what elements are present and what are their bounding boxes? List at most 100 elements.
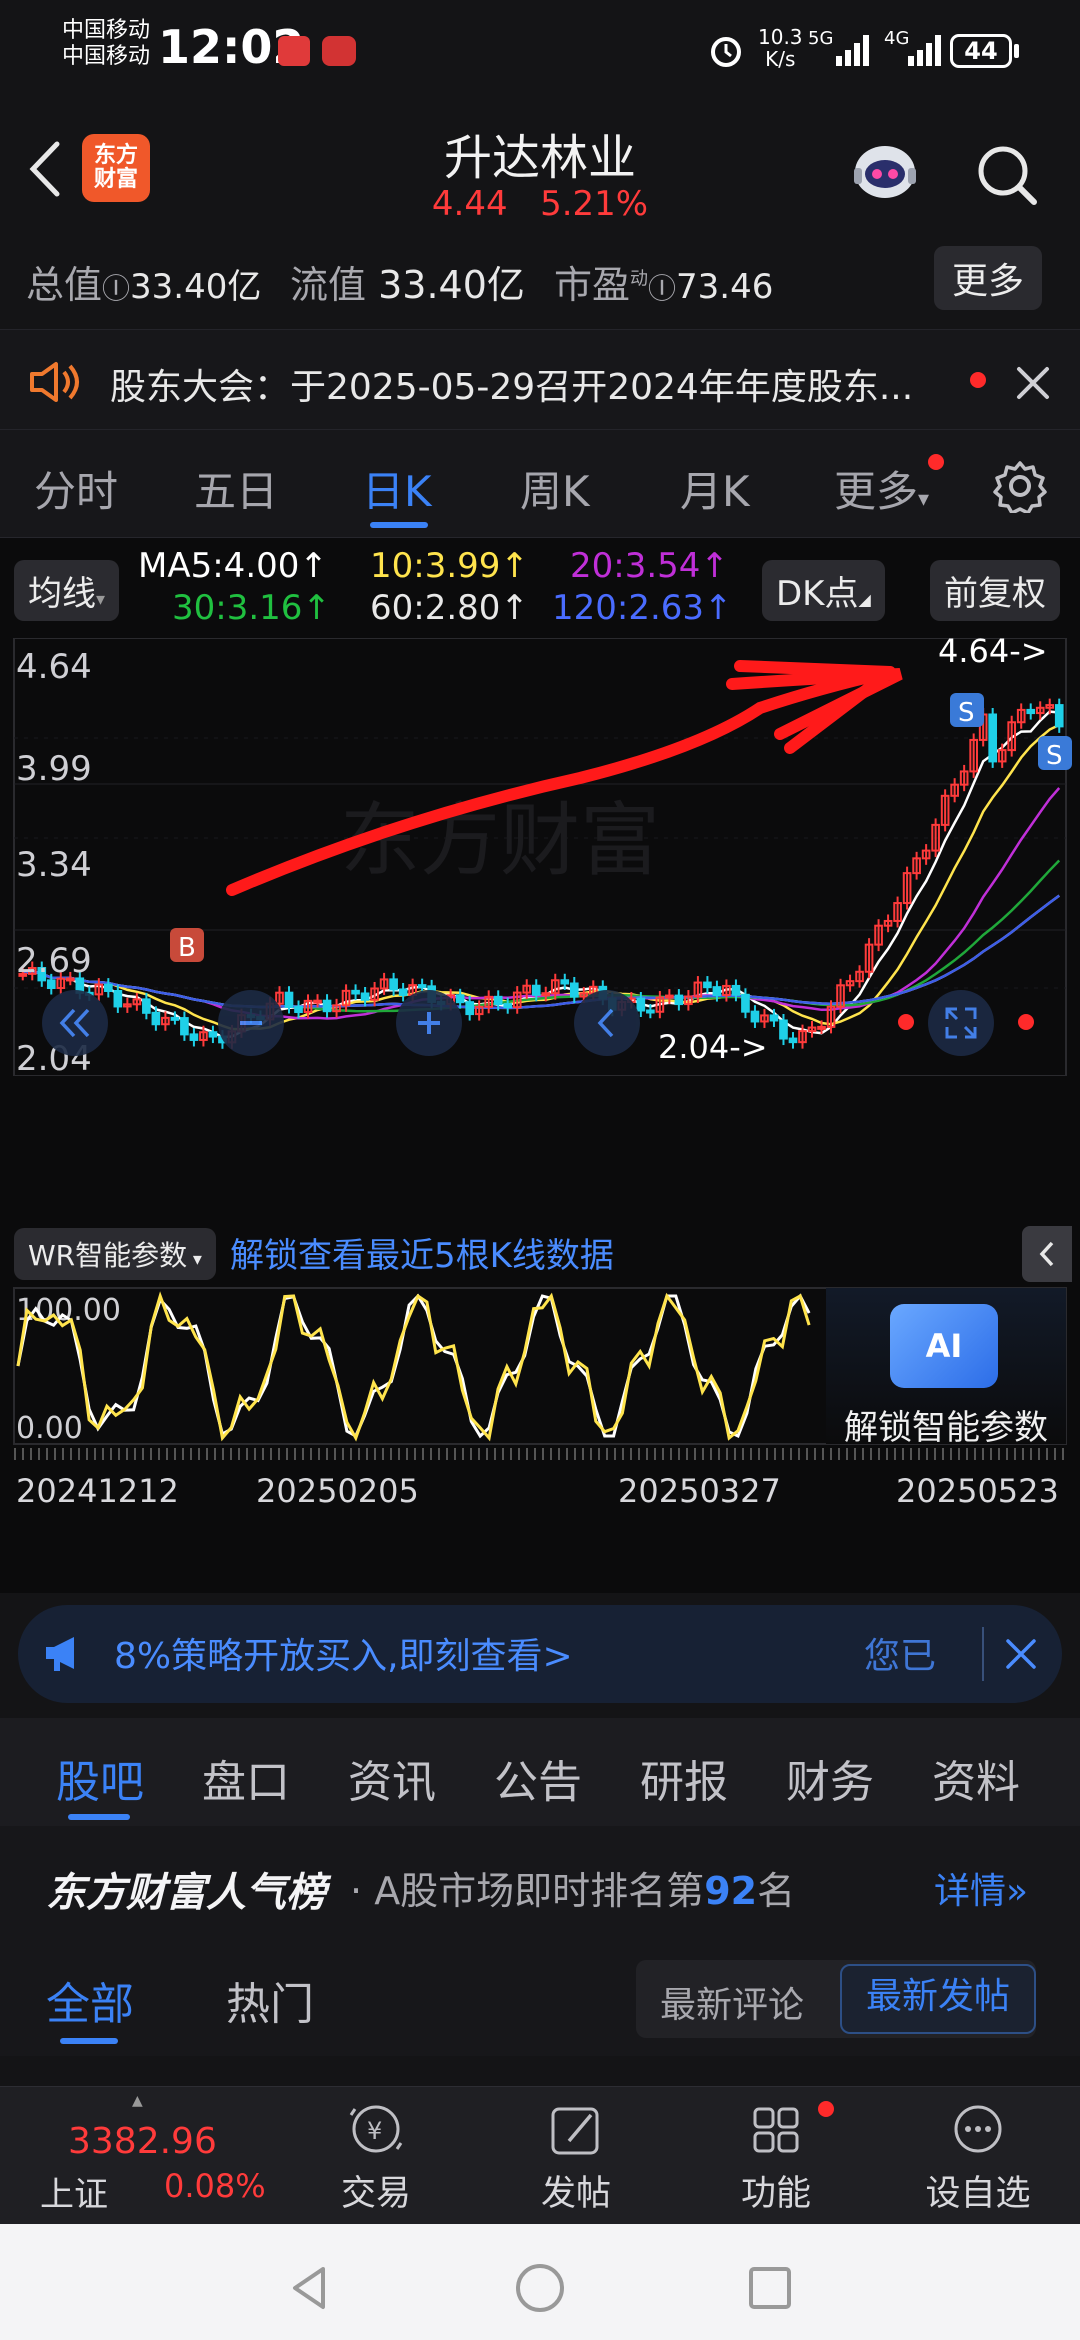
network-speed-unit: K/s [765,47,796,71]
stock-price: 4.44 [431,184,508,224]
stock-change: 5.21% [540,184,649,224]
scroll-left-fast-button[interactable] [42,990,108,1056]
nav-post[interactable]: 发帖 [476,2101,676,2216]
dk-point-button[interactable]: DK点◢ [762,560,885,621]
promo-tail-text: 您已 [864,1636,937,1677]
more-red-dot [928,454,944,470]
ma120-value: 120:2.63↑ [552,588,733,628]
indicator-selector[interactable]: WR智能参数 ▾ [14,1228,216,1280]
announcement-text: 股东大会：于2025-05-29召开2024年年度股东... [110,367,914,408]
sell-signal-marker-2[interactable]: S [1038,736,1072,771]
ma30-value: 30:3.16↑ [172,588,331,628]
active-tab-indicator [370,522,428,528]
pe-group: 市盈动Ⓘ73.46 [554,254,773,309]
unread-dot [970,372,986,388]
tab-all-posts[interactable]: 全部 [46,1968,134,2032]
tab-orderbook[interactable]: 盘口 [202,1746,290,1810]
stock-header: 东方 财富 升达林业 4.44 5.21% [0,100,1080,240]
tab-hot-posts[interactable]: 热门 [226,1968,314,2032]
adjust-mode-button[interactable]: 前复权 [930,560,1060,621]
zoom-in-button[interactable] [396,990,462,1056]
content-tabs: 股吧 盘口 资讯 公告 研报 财务 资料 [0,1718,1080,1826]
tab-news[interactable]: 资讯 [348,1746,436,1810]
wr-y-bottom: 0.00 [16,1411,83,1446]
scroll-left-button[interactable] [574,990,640,1056]
signal-bars-icon-2 [906,32,946,72]
info-icon[interactable]: Ⓘ [102,272,130,305]
nav-functions[interactable]: 功能 [676,2101,876,2216]
tab-intraday[interactable]: 分时 [34,458,118,519]
tab-forum[interactable]: 股吧 [56,1746,144,1810]
close-promo-icon[interactable] [998,1631,1044,1677]
system-back-icon[interactable] [280,2258,340,2318]
sell-signal-label-2: S [1046,741,1063,771]
candle-body [465,1001,475,1016]
nav-trade[interactable]: ¥ 交易 [276,2101,476,2216]
candle-body [142,998,151,1014]
tab-weekly-k[interactable]: 周K [520,458,590,519]
grid-apps-icon [753,2107,799,2153]
tab-five-day[interactable]: 五日 [194,458,278,519]
announcement-bar[interactable]: 股东大会：于2025-05-29召开2024年年度股东... [0,330,1080,430]
ai-unlock-panel[interactable]: AI 解锁智能参数 [826,1288,1066,1448]
info-icon-2[interactable]: Ⓘ [648,272,676,305]
candle-body [769,1014,779,1022]
kline-chart[interactable]: 东方财富 4.64 3.99 3.34 2.69 2.04 4.64-> 2.0… [0,638,1080,1076]
nav-functions-label: 功能 [740,2174,811,2214]
x-axis-label: 20241212 [16,1472,179,1510]
collapse-panel-button[interactable] [1022,1226,1072,1282]
sell-signal-marker[interactable]: S [950,693,984,728]
rank-description: · A股市场即时排名第92名 [350,1860,795,1915]
candle-body [322,999,332,1013]
strategy-promo-banner[interactable]: 8%策略开放买入,即刻查看> 您已 [18,1605,1062,1703]
sell-signal-label: S [958,698,975,728]
candle-body [294,1005,303,1014]
market-index-widget[interactable]: ▲ 3382.96 上证 0.08% [40,2087,270,2225]
total-value-label: 总值 [26,263,103,307]
search-icon[interactable] [972,140,1042,210]
edit-post-icon [551,2107,599,2155]
tab-announcements[interactable]: 公告 [494,1746,582,1810]
system-home-icon[interactable] [510,2258,570,2318]
buy-signal-label: B [178,933,196,963]
network-speed: 10.3 K/s [758,26,803,70]
candle-body [170,1016,180,1021]
tab-more-label: 更多 [834,467,919,516]
candle-body [151,1011,161,1026]
close-icon[interactable] [1010,360,1056,406]
popularity-rank[interactable]: 东方财富人气榜 · A股市场即时排名第92名 详情» [0,1826,1080,1936]
y-axis-label: 4.64 [16,647,92,687]
tab-research[interactable]: 研报 [640,1746,728,1810]
rank-details-link[interactable]: 详情» [934,1862,1028,1914]
system-recents-icon[interactable] [740,2258,800,2318]
valuation-metrics: 总值Ⓘ33.40亿 流值 33.40亿 市盈动Ⓘ73.46 更多 [0,240,1080,330]
robot-assistant-icon[interactable] [846,134,924,206]
buy-signal-marker[interactable]: B [170,928,204,963]
zoom-out-button[interactable] [218,990,284,1056]
tab-monthly-k[interactable]: 月K [680,458,750,519]
ai-icon: AI [890,1304,998,1388]
alarm-icon [708,32,744,68]
tab-profile[interactable]: 资料 [932,1746,1020,1810]
gear-icon[interactable] [990,456,1050,516]
ma-settings-button[interactable]: 均线▾ [14,560,120,621]
candle-body [503,1003,513,1009]
candle-body [284,991,294,1008]
tab-daily-k[interactable]: 日K [362,458,432,519]
index-value: 3382.96 [68,2121,217,2162]
candle-body [113,990,123,1008]
tab-finance[interactable]: 财务 [786,1746,874,1810]
more-metrics-button[interactable]: 更多 [934,246,1043,310]
sort-latest-comment[interactable]: 最新评论 [660,1976,804,2028]
sort-latest-post[interactable]: 最新发帖 [840,1964,1036,2034]
nav-add-watchlist[interactable]: 设自选 [878,2101,1078,2216]
rank-prefix: A股市场即时排名第 [374,1869,705,1913]
bottom-navigation: ▲ 3382.96 上证 0.08% ¥ 交易 发帖 功能 设自选 [0,2086,1080,2224]
candle-body [313,999,322,1004]
fullscreen-button[interactable] [928,990,994,1056]
tab-more[interactable]: 更多▾ [834,458,929,519]
unlock-kline-link[interactable]: 解锁查看最近5根K线数据 [230,1228,614,1277]
candle-body [541,992,551,997]
candle-body [703,981,712,989]
y-axis-label: 3.99 [16,749,92,789]
